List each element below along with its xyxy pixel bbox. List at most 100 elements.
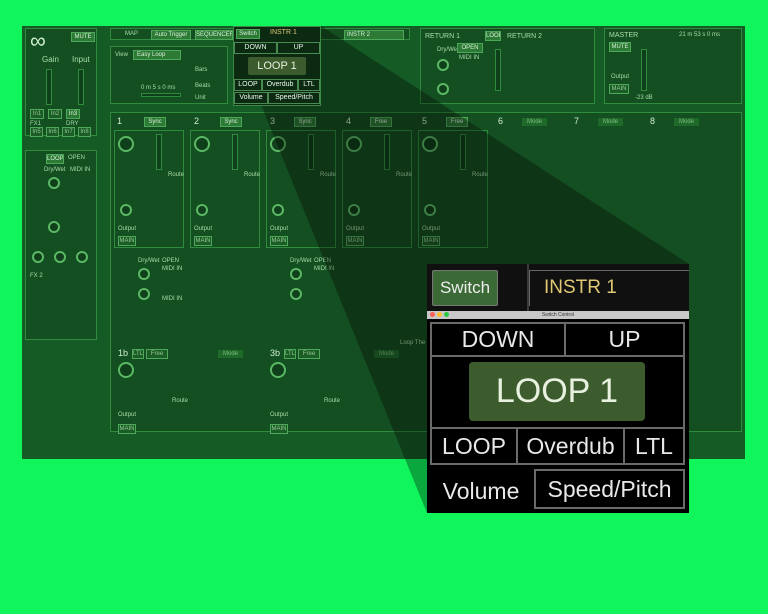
loop-tag[interactable]: LOOP (46, 154, 64, 164)
track-3b-ltl[interactable]: LTL (284, 349, 296, 359)
track-1b-mode[interactable]: Mode (218, 350, 244, 358)
track-5-fader[interactable] (460, 134, 466, 170)
return1-label: RETURN 1 (425, 33, 461, 40)
track-8-mode[interactable]: Mode (674, 118, 700, 126)
speed-pitch-button[interactable]: Speed/Pitch (534, 469, 685, 509)
track-3-main-button[interactable]: MAIN (270, 236, 288, 246)
instr-1-label[interactable]: INSTR 1 (529, 270, 689, 306)
mini-up-button[interactable]: UP (277, 42, 320, 54)
fx-button-6[interactable]: In6 (46, 127, 59, 137)
return-open-button[interactable]: OPEN (457, 43, 483, 53)
track-3-fader[interactable] (308, 134, 314, 170)
track-fx-knob-1[interactable] (138, 268, 150, 280)
track-number-3: 3 (270, 116, 276, 126)
track-5-route[interactable]: Route (472, 172, 488, 178)
track-3b-mode[interactable]: Mode (374, 350, 400, 358)
track-1-knob[interactable] (118, 136, 134, 152)
map-button[interactable]: MAP (125, 31, 138, 37)
easy-loop-selector[interactable]: Easy Loop (133, 50, 181, 60)
volume-button[interactable]: Volume (430, 469, 532, 509)
fx-knob-2[interactable] (48, 221, 60, 233)
track-fx-knob-2[interactable] (138, 288, 150, 300)
zoom-top-bar: Switch INSTR 1 (427, 264, 689, 311)
in-button-2[interactable]: In2 (48, 109, 62, 119)
track-2-send-knob[interactable] (196, 204, 208, 216)
ltl-button[interactable]: LTL (623, 427, 685, 465)
track-1-fader[interactable] (156, 134, 162, 170)
input-meter[interactable] (78, 69, 84, 105)
auto-trigger-button[interactable]: Auto Trigger (151, 30, 191, 40)
track-4-sync[interactable]: Free (370, 117, 392, 127)
track-5-main-button[interactable]: MAIN (422, 236, 440, 246)
track-4-fader[interactable] (384, 134, 390, 170)
track-4-route[interactable]: Route (396, 172, 412, 178)
track-1-route[interactable]: Route (168, 172, 184, 178)
track-1-sync[interactable]: Sync (144, 117, 166, 127)
track-1-main-button[interactable]: MAIN (118, 236, 136, 246)
track-3-send-knob[interactable] (272, 204, 284, 216)
track-5-sync[interactable]: Free (446, 117, 468, 127)
track-3-knob[interactable] (270, 136, 286, 152)
track-1b-main-button[interactable]: MAIN (118, 424, 136, 434)
track-1b-knob[interactable] (118, 362, 134, 378)
time-slider[interactable] (141, 93, 181, 97)
track-5-knob[interactable] (422, 136, 438, 152)
mini-volume-button[interactable]: Volume (234, 92, 268, 104)
return-knob-1[interactable] (437, 59, 449, 71)
track-1-send-knob[interactable] (120, 204, 132, 216)
send-knob-1[interactable] (32, 251, 44, 263)
track3-fx-knob-1[interactable] (290, 268, 302, 280)
mini-down-button[interactable]: DOWN (234, 42, 277, 54)
track-2-route[interactable]: Route (244, 172, 260, 178)
switch-button[interactable]: Switch (432, 270, 498, 306)
mini-switch-button[interactable]: Switch (236, 29, 260, 39)
track-2-main-button[interactable]: MAIN (194, 236, 212, 246)
in-button-1[interactable]: In1 (30, 109, 44, 119)
track-6-mode[interactable]: Mode (522, 118, 548, 126)
track-2-sync[interactable]: Sync (220, 117, 242, 127)
master-fader[interactable] (641, 49, 647, 91)
in-button-3[interactable]: In3 (66, 109, 80, 119)
mini-overdub-button[interactable]: Overdub (262, 79, 298, 91)
return-knob-2[interactable] (437, 83, 449, 95)
sequencer-button[interactable]: SEQUENCER (195, 30, 233, 40)
track-3b-route[interactable]: Route (324, 398, 340, 404)
track-2-fader[interactable] (232, 134, 238, 170)
track-4-main-button[interactable]: MAIN (346, 236, 364, 246)
mute-button[interactable]: MUTE (71, 32, 95, 42)
track-3-sync[interactable]: Sync (294, 117, 316, 127)
track-1b-ltl[interactable]: LTL (132, 349, 144, 359)
loop-button[interactable]: LOOP (430, 427, 518, 465)
master-mute-button[interactable]: MUTE (609, 42, 631, 52)
overdub-button[interactable]: Overdub (516, 427, 625, 465)
track-3b-free[interactable]: Free (298, 349, 320, 359)
instr2-selector[interactable]: INSTR 2 (344, 30, 404, 40)
track-3-route[interactable]: Route (320, 172, 336, 178)
mini-loop-button[interactable]: LOOP (234, 79, 262, 91)
fx-button-5[interactable]: In5 (30, 127, 43, 137)
track-3b-main-button[interactable]: MAIN (270, 424, 288, 434)
down-button[interactable]: DOWN (430, 322, 566, 357)
track-3b-label: 3b (270, 348, 281, 358)
fx-button-7[interactable]: In7 (62, 127, 75, 137)
track-1b-free[interactable]: Free (146, 349, 168, 359)
mini-speed-pitch-button[interactable]: Speed/Pitch (268, 92, 320, 104)
return-loop-tag[interactable]: LOOP (485, 31, 501, 41)
track-3b-knob[interactable] (270, 362, 286, 378)
mini-ltl-button[interactable]: LTL (298, 79, 320, 91)
track-5-send-knob[interactable] (424, 204, 436, 216)
track-7-mode[interactable]: Mode (598, 118, 624, 126)
fx-button-8[interactable]: In8 (78, 127, 91, 137)
send-knob-2[interactable] (54, 251, 66, 263)
track-4-send-knob[interactable] (348, 204, 360, 216)
gain-meter[interactable] (46, 69, 52, 105)
dry-wet-knob[interactable] (48, 177, 60, 189)
up-button[interactable]: UP (564, 322, 685, 357)
track3-fx-knob-2[interactable] (290, 288, 302, 300)
track-2-knob[interactable] (194, 136, 210, 152)
track-4-knob[interactable] (346, 136, 362, 152)
return-fader[interactable] (495, 49, 501, 91)
track-1b-route[interactable]: Route (172, 398, 188, 404)
pan-knob[interactable] (76, 251, 88, 263)
main-button[interactable]: MAIN (609, 84, 629, 94)
